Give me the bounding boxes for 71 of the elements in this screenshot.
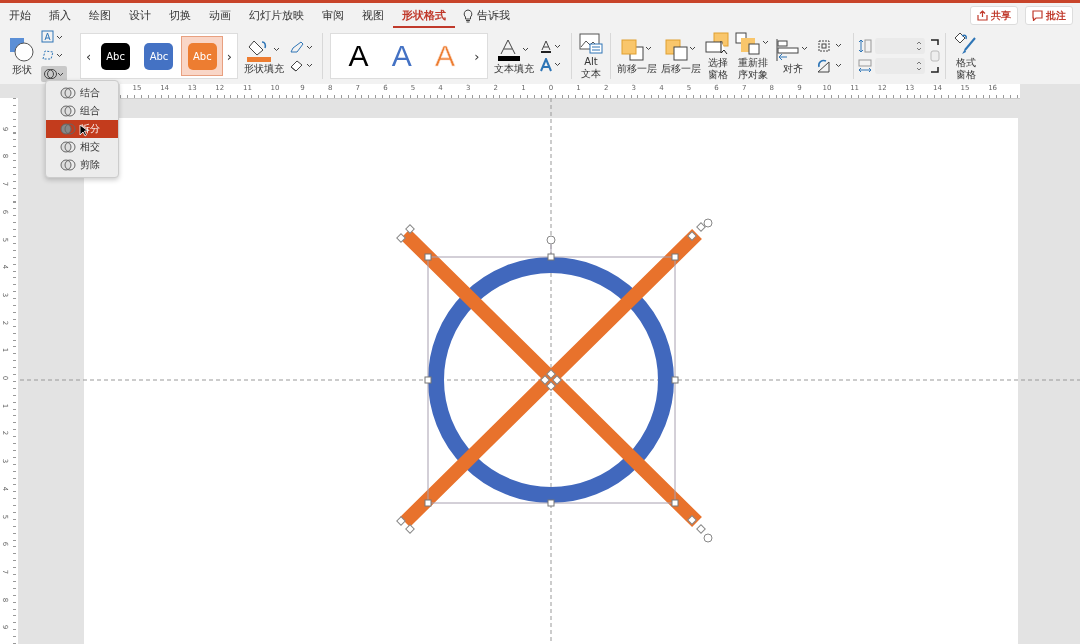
ribbon-tab[interactable]: 幻灯片放映	[240, 3, 313, 28]
ribbon-tab[interactable]: 设计	[120, 3, 160, 28]
paint-bucket-icon	[247, 38, 281, 62]
shapes-button[interactable]: 形状	[6, 37, 38, 75]
share-icon	[977, 10, 988, 21]
comments-button[interactable]: 批注	[1025, 6, 1073, 25]
menu-item[interactable]: 组合	[46, 102, 118, 120]
merge-icon	[60, 140, 76, 154]
menu-item[interactable]: 剪除	[46, 156, 118, 174]
lightbulb-icon	[463, 8, 473, 23]
resize-handle[interactable]	[671, 499, 679, 507]
rotation-handle[interactable]	[703, 218, 713, 228]
wordart-style[interactable]: A	[342, 37, 375, 75]
resize-handle[interactable]	[424, 376, 432, 384]
shapes-icon	[9, 37, 35, 63]
reorder-icon	[735, 32, 771, 56]
text-box-icon[interactable]	[41, 30, 63, 44]
ribbon-tab[interactable]: 视图	[353, 3, 393, 28]
align-button[interactable]: 对齐	[773, 38, 813, 74]
reorder-objects-button[interactable]: 重新排 序对象	[733, 32, 773, 80]
ribbon-tab[interactable]: 插入	[40, 3, 80, 28]
rotation-handle[interactable]	[546, 235, 556, 245]
menu-item[interactable]: 结合	[46, 84, 118, 102]
spinner-icon	[916, 40, 922, 52]
lock-ratio-icon[interactable]	[929, 37, 941, 75]
height-field[interactable]	[875, 38, 925, 54]
merge-shapes-icon[interactable]	[41, 66, 67, 82]
bring-forward-button[interactable]: 前移一层	[615, 38, 659, 74]
resize-handle[interactable]	[671, 253, 679, 261]
image-icon	[579, 33, 603, 55]
resize-handle[interactable]	[424, 499, 432, 507]
merge-icon	[60, 158, 76, 172]
width-icon	[858, 59, 872, 73]
text-fill-icon	[497, 38, 531, 62]
height-icon	[858, 39, 872, 53]
resize-handle[interactable]	[547, 499, 555, 507]
ribbon-tab[interactable]: 动画	[200, 3, 240, 28]
spinner-icon	[916, 60, 922, 72]
previous-style-button[interactable]: ‹	[84, 48, 94, 64]
resize-handle[interactable]	[671, 376, 679, 384]
ribbon-tab[interactable]: 审阅	[313, 3, 353, 28]
ribbon-tab[interactable]: 绘图	[80, 3, 120, 28]
eraser-icon[interactable]	[289, 58, 315, 72]
rotation-handle[interactable]	[703, 533, 713, 543]
wordart-style[interactable]: A	[385, 37, 418, 75]
send-backward-icon	[664, 38, 698, 62]
send-backward-button[interactable]: 后移一层	[659, 38, 703, 74]
outline-pen-icon[interactable]	[289, 40, 315, 54]
next-wordart-button[interactable]: ›	[472, 48, 482, 64]
resize-handle[interactable]	[424, 253, 432, 261]
selection-pane-icon	[705, 32, 731, 56]
text-fill-button[interactable]: 文本填充	[491, 38, 537, 74]
format-pane-button[interactable]: 格式 窗格	[950, 32, 982, 80]
edit-shape-icon[interactable]	[41, 48, 63, 62]
comment-icon	[1032, 10, 1043, 21]
menu-item[interactable]: 相交	[46, 138, 118, 156]
tell-me-button[interactable]: 告诉我	[455, 8, 518, 23]
merge-icon	[60, 122, 76, 136]
selection-pane-button[interactable]: 选择 窗格	[703, 32, 733, 80]
merge-icon	[60, 86, 76, 100]
alt-text-button[interactable]: Alt 文本	[576, 33, 606, 79]
shape-fill-button[interactable]: 形状填充	[241, 38, 287, 74]
resize-handle[interactable]	[547, 253, 555, 261]
ribbon-tab[interactable]: 开始	[0, 3, 40, 28]
share-button[interactable]: 共享	[970, 6, 1018, 25]
ribbon-tab[interactable]: 切换	[160, 3, 200, 28]
next-style-button[interactable]: ›	[224, 48, 234, 64]
merge-icon	[60, 104, 76, 118]
bring-forward-icon	[620, 38, 654, 62]
width-field[interactable]	[875, 58, 925, 74]
format-brush-icon	[953, 32, 979, 56]
